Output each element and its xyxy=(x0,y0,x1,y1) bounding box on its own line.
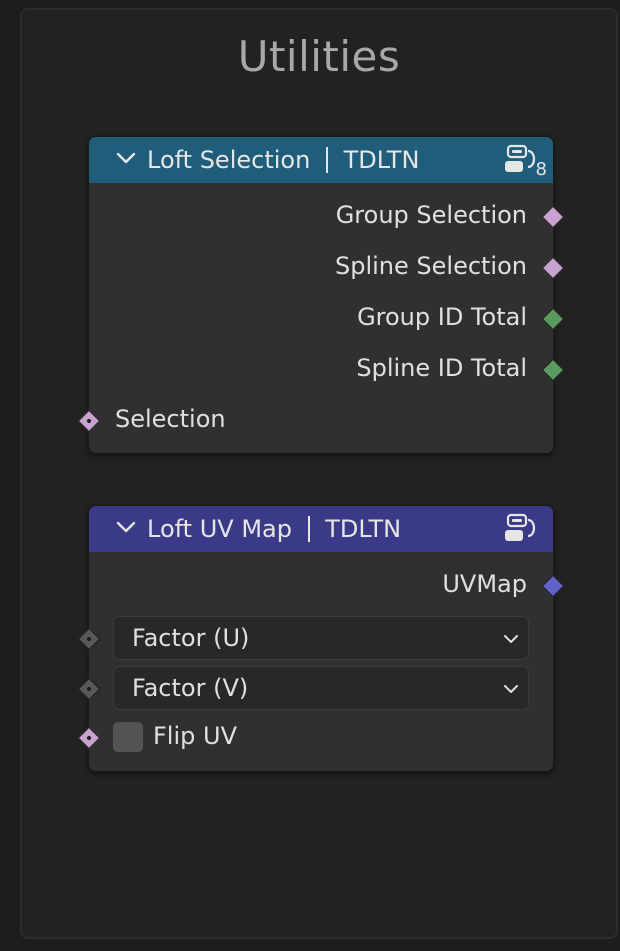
node-title-text: Loft UV Map xyxy=(147,515,292,543)
output-row: Spline ID Total xyxy=(89,350,565,390)
output-row: Spline Selection xyxy=(89,248,565,288)
checkbox-label: Flip UV xyxy=(153,722,237,750)
flip-uv-checkbox[interactable] xyxy=(113,722,143,752)
node-title: Loft Selection TDLTN xyxy=(147,146,419,174)
output-row: UVMap xyxy=(89,566,565,606)
title-divider xyxy=(325,147,328,173)
field-label: Factor (U) xyxy=(132,624,250,652)
output-row: Group Selection xyxy=(89,197,565,237)
chevron-down-icon[interactable] xyxy=(115,147,137,169)
node-group-icon[interactable] xyxy=(503,512,539,546)
chevron-down-icon xyxy=(504,685,518,693)
input-row: Selection xyxy=(77,401,553,441)
node-subtitle-text: TDLTN xyxy=(343,146,420,174)
node-subtitle-text: TDLTN xyxy=(325,515,402,543)
output-label: UVMap xyxy=(442,570,527,598)
node-header[interactable]: Loft UV Map TDLTN xyxy=(89,506,553,552)
output-label: Spline ID Total xyxy=(356,354,527,382)
node-title-text: Loft Selection xyxy=(147,146,311,174)
output-label: Group ID Total xyxy=(357,303,527,331)
node-group-icon[interactable] xyxy=(503,143,539,177)
input-row: Flip UV xyxy=(77,720,553,760)
node-header[interactable]: Loft Selection TDLTN 8 xyxy=(89,137,553,183)
output-label: Spline Selection xyxy=(334,252,527,280)
node-loft-selection[interactable]: Loft Selection TDLTN 8 Group Selection S… xyxy=(77,136,565,454)
node-title: Loft UV Map TDLTN xyxy=(147,515,401,543)
field-label: Factor (V) xyxy=(132,674,249,702)
user-count-badge: 8 xyxy=(535,159,547,180)
frame-title: Utilities xyxy=(237,32,401,81)
input-row: Factor (U) xyxy=(77,616,553,660)
chevron-down-icon[interactable] xyxy=(115,516,137,538)
output-label: Group Selection xyxy=(335,201,527,229)
input-label: Selection xyxy=(115,405,226,433)
factor-v-dropdown[interactable]: Factor (V) xyxy=(113,666,529,710)
input-row: Factor (V) xyxy=(77,666,553,710)
node-loft-uv-map[interactable]: Loft UV Map TDLTN UVMap Factor (U) Facto… xyxy=(77,505,565,772)
factor-u-dropdown[interactable]: Factor (U) xyxy=(113,616,529,660)
chevron-down-icon xyxy=(504,635,518,643)
output-row: Group ID Total xyxy=(89,299,565,339)
title-divider xyxy=(307,516,310,542)
